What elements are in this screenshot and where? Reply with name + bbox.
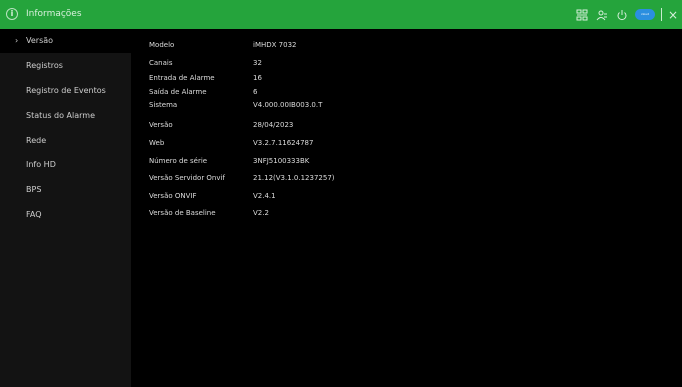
info-label: Versão de Baseline [149,209,216,217]
info-value: 3NFJ5100333BK [253,157,310,165]
sidebar-item-info-hd[interactable]: Info HD [0,153,131,177]
power-icon[interactable] [615,8,629,22]
sidebar-item-label: Status do Alarme [26,111,96,120]
cloud-icon[interactable]: cloud [635,9,655,20]
version-info-panel: Modelo iMHDX 7032 Canais 32 Entrada de A… [131,29,682,387]
info-value: V3.2.7.11624787 [253,139,314,147]
sidebar-item-rede[interactable]: Rede [0,129,131,153]
info-row-canais: Canais 32 [131,56,682,70]
info-label: Saída de Alarme [149,88,207,96]
info-row-web: Web V3.2.7.11624787 [131,136,682,150]
info-label: Modelo [149,41,175,49]
info-row-versao-de-baseline: Versão de Baseline V2.2 [131,206,682,220]
info-row-versao-onvif: Versão ONVIF V2.4.1 [131,189,682,203]
info-label: Canais [149,59,173,67]
info-row-entrada-de-alarme: Entrada de Alarme 16 [131,71,682,85]
sidebar-item-label: Info HD [26,160,56,169]
info-label: Web [149,139,165,147]
info-value: iMHDX 7032 [253,41,297,49]
users-icon[interactable] [595,8,609,22]
info-label: Sistema [149,101,178,109]
sidebar-item-registros[interactable]: Registros [0,54,131,78]
title-bar: i Informações cloud × [0,0,682,29]
info-row-modelo: Modelo iMHDX 7032 [131,38,682,52]
sidebar-item-label: Rede [26,136,47,145]
sidebar-item-label: BPS [26,185,42,194]
chevron-right-icon: › [15,36,19,45]
sidebar-item-faq[interactable]: FAQ [0,203,131,227]
info-value: 16 [253,74,262,82]
divider [661,8,662,21]
info-icon: i [6,8,18,20]
sidebar-item-status-do-alarme[interactable]: Status do Alarme [0,104,131,128]
info-row-numero-de-serie: Número de série 3NFJ5100333BK [131,154,682,168]
info-row-versao-servidor-onvif: Versão Servidor Onvif 21.12(V3.1.0.12372… [131,171,682,185]
sidebar-item-versao[interactable]: › Versão [0,29,131,53]
title-bar-actions: cloud × [575,6,678,23]
info-row-saida-de-alarme: Saída de Alarme 6 [131,85,682,99]
info-value: 21.12(V3.1.0.1237257) [253,174,335,182]
info-value: V2.4.1 [253,192,276,200]
info-label: Versão Servidor Onvif [149,174,225,182]
info-row-sistema: Sistema V4.000.00IB003.0.T [131,98,682,112]
info-value: 32 [253,59,262,67]
info-value: 6 [253,88,258,96]
sidebar-item-bps[interactable]: BPS [0,178,131,202]
info-label: Versão ONVIF [149,192,197,200]
close-icon[interactable]: × [668,8,678,22]
sidebar-item-label: Versão [26,36,54,45]
info-label: Versão [149,121,173,129]
info-value: V2.2 [253,209,269,217]
info-value: 28/04/2023 [253,121,294,129]
info-value: V4.000.00IB003.0.T [253,101,323,109]
sidebar-item-label: FAQ [26,210,42,219]
sidebar: › Versão Registros Registro de Eventos S… [0,29,131,387]
window-title: Informações [26,9,82,19]
sidebar-item-label: Registro de Eventos [26,86,106,95]
sidebar-item-registro-de-eventos[interactable]: Registro de Eventos [0,79,131,103]
sidebar-item-label: Registros [26,61,63,70]
network-icon[interactable] [575,8,589,22]
info-row-versao: Versão 28/04/2023 [131,118,682,132]
info-label: Número de série [149,157,208,165]
info-label: Entrada de Alarme [149,74,215,82]
